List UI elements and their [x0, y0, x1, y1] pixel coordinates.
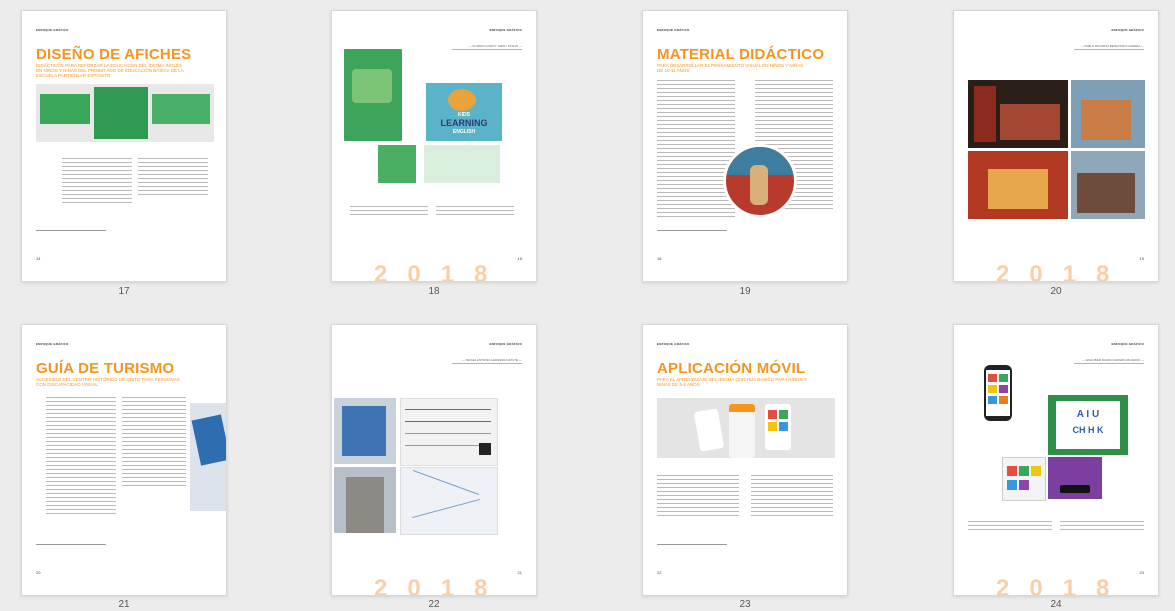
app-store-screen	[1048, 457, 1102, 499]
app-letters-bottom: CH H K	[1072, 425, 1104, 435]
body-text-left	[657, 80, 735, 220]
page-subtitle: PARA EL APRENDIZAJE DEL IDIOMA QUICHUA B…	[657, 377, 807, 387]
author-name: — ISRAEL ANTONIO LEDESMA NATUTE —	[461, 358, 522, 362]
page-thumbnail-24[interactable]: ENFOQUE GRÁFICO — ESCOBAR RUANO DARWIN R…	[953, 324, 1159, 596]
page-title: MATERIAL DIDÁCTICO	[657, 46, 825, 63]
thumbnail-label: 24	[1050, 599, 1062, 610]
body-text-left	[350, 206, 428, 218]
open-book-image	[424, 145, 500, 183]
brand-label: ENFOQUE GRÁFICO	[1111, 28, 1144, 32]
brand-label: ENFOQUE GRÁFICO	[36, 28, 69, 32]
brand-label: ENFOQUE GRÁFICO	[657, 28, 690, 32]
body-text-right	[1060, 521, 1144, 533]
author-divider	[452, 363, 522, 364]
app-letters-top: A I U	[1076, 409, 1100, 420]
thumbnail-label: 18	[428, 286, 440, 297]
year-decoration: 2018	[996, 575, 1130, 596]
thumbnail-label: 19	[739, 286, 751, 297]
page-subtitle: DIDÁCTICOS PARA REFORZAR LA EDUCACIÓN DE…	[36, 63, 184, 78]
author-divider	[1074, 49, 1144, 50]
page-title: DISEÑO DE AFICHES	[36, 46, 192, 63]
lion-book-image: KIDS LEARNING ENGLISH	[426, 83, 502, 141]
year-decoration: 2018	[374, 575, 508, 596]
body-text-left	[46, 397, 116, 517]
page-number: 20	[36, 570, 41, 575]
page-thumbnail-20[interactable]: ENFOQUE GRÁFICO — PABLO RICARDO BENAVIDE…	[953, 10, 1159, 282]
page-title: GUÍA DE TURISMO	[36, 360, 175, 377]
brand-label: ENFOQUE GRÁFICO	[36, 342, 69, 346]
page-thumbnail-23[interactable]: ENFOQUE GRÁFICO APLICACIÓN MÓVIL PARA EL…	[642, 324, 848, 596]
body-text-left	[657, 475, 739, 519]
body-text-right	[436, 206, 514, 218]
page-thumbnail-21[interactable]: ENFOQUE GRÁFICO GUÍA DE TURISMO ACCESIBL…	[21, 324, 227, 596]
thumbnail-label: 20	[1050, 286, 1062, 297]
thumbnail-label: 21	[118, 599, 130, 610]
body-text-left	[62, 158, 132, 206]
author-divider	[1074, 363, 1144, 364]
page-thumbnail-18[interactable]: ENFOQUE GRÁFICO — FLORES GODOY JHENY STA…	[331, 10, 537, 282]
thumbnail-label: 17	[118, 286, 130, 297]
book-title-text: LEARNING	[440, 118, 488, 128]
thumbnail-label: 22	[428, 599, 440, 610]
page-thumbnail-19[interactable]: ENFOQUE GRÁFICO MATERIAL DIDÁCTICO PARA …	[642, 10, 848, 282]
guide-cover-image	[334, 398, 396, 464]
author-name: — PABLO RICARDO BENAVIDES GUERRA —	[1080, 44, 1144, 48]
green-book-image	[344, 49, 402, 141]
page-subtitle: ACCESIBLE DEL CENTRO HISTÓRICO DE QUITO …	[36, 377, 180, 387]
body-text-left	[968, 521, 1052, 533]
body-text-right	[122, 397, 186, 489]
illustration-book-photo	[968, 80, 1068, 148]
poster-images	[36, 84, 214, 142]
author-divider	[452, 49, 522, 50]
brand-label: ENFOQUE GRÁFICO	[489, 342, 522, 346]
cube-image	[378, 145, 416, 183]
book-english-text: ENGLISH	[452, 129, 476, 135]
guide-map-image	[400, 398, 498, 466]
brand-label: ENFOQUE GRÁFICO	[489, 28, 522, 32]
year-decoration: 2018	[996, 261, 1130, 282]
page-title: APLICACIÓN MÓVIL	[657, 360, 806, 377]
page-number: 23	[1139, 570, 1144, 575]
page-number: 21	[517, 570, 522, 575]
page-subtitle: PARA DESARROLLAR EL PENSAMIENTO VISUAL E…	[657, 63, 804, 73]
brand-label: ENFOQUE GRÁFICO	[1111, 342, 1144, 346]
page-number: 15	[517, 256, 522, 261]
page-number: 14	[36, 256, 41, 261]
app-letters-screen: A I U CH H K	[1048, 395, 1128, 455]
year-decoration: 2018	[374, 261, 508, 282]
footnote-divider	[657, 544, 727, 545]
tourism-guide-image	[190, 403, 226, 511]
app-phones-image	[657, 398, 835, 458]
phone-mockup	[984, 365, 1012, 421]
footnote-divider	[36, 544, 106, 545]
footnote-divider	[36, 230, 106, 231]
page-number: 22	[657, 570, 662, 575]
page-number: 19	[1139, 256, 1144, 261]
page-number: 16	[657, 256, 662, 261]
footnote-divider	[657, 230, 727, 231]
circular-photo	[723, 144, 797, 218]
street-map-image	[400, 467, 498, 535]
illustration-horseman-a	[1071, 80, 1145, 148]
thumbnail-label: 23	[739, 599, 751, 610]
app-menu-screen	[1002, 457, 1046, 501]
body-text-right	[751, 475, 833, 519]
author-name: — ESCOBAR RUANO DARWIN RICARDO —	[1082, 358, 1144, 362]
page-thumbnail-22[interactable]: ENFOQUE GRÁFICO — ISRAEL ANTONIO LEDESMA…	[331, 324, 537, 596]
illustration-battle	[968, 151, 1068, 219]
body-text-right	[138, 158, 208, 198]
author-name: — FLORES GODOY JHENY STALIN —	[468, 44, 522, 48]
brand-label: ENFOQUE GRÁFICO	[657, 342, 690, 346]
illustration-horseman-b	[1071, 151, 1145, 219]
page-thumbnail-17[interactable]: ENFOQUE GRÁFICO DISEÑO DE AFICHES DIDÁCT…	[21, 10, 227, 282]
church-photo	[334, 467, 396, 533]
